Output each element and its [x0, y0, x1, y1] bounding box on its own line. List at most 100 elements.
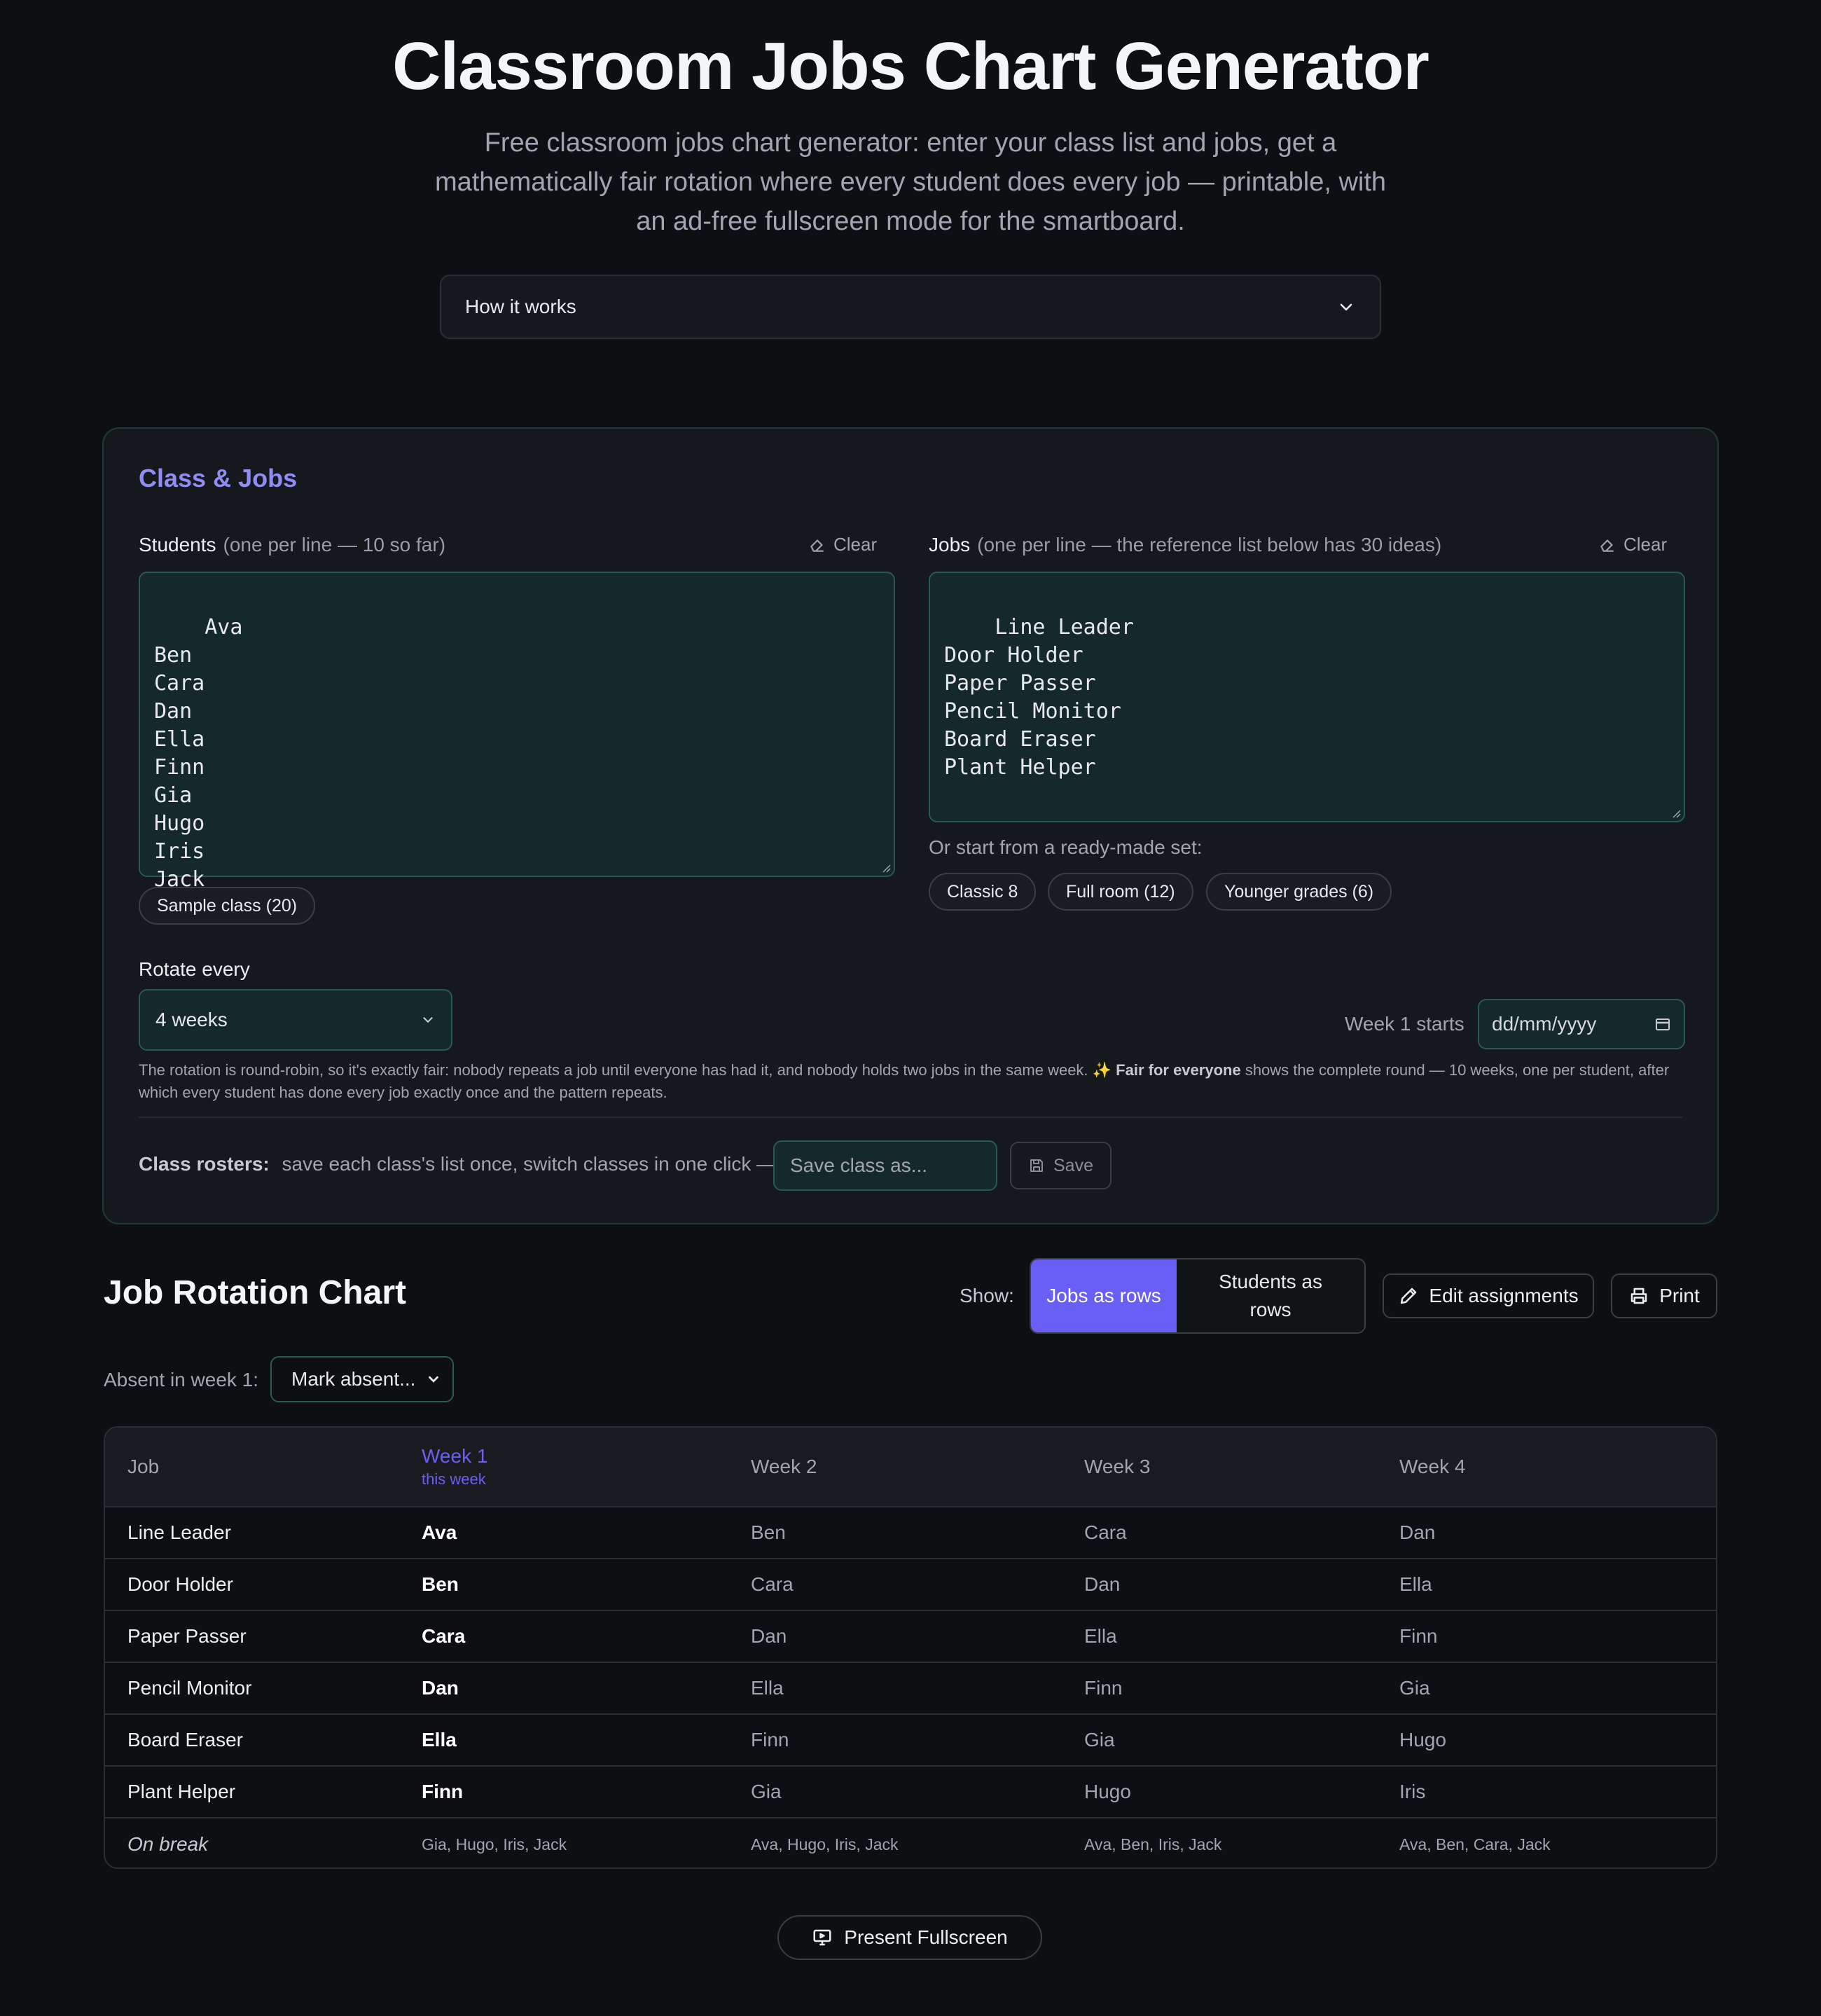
job-name-cell: Paper Passer	[127, 1625, 247, 1647]
this-week-label: this week	[422, 1470, 486, 1488]
fairness-note: The rotation is round-robin, so it's exa…	[139, 1061, 1670, 1101]
rotation-table: Job Week 1 this week Week 2 Week 3 Week …	[104, 1426, 1717, 1869]
panel-title: Class & Jobs	[139, 464, 298, 492]
rotate-select[interactable]: 4 weeks	[139, 989, 452, 1051]
assignment-cell: Dan	[1084, 1573, 1121, 1595]
job-name-cell: Board Eraser	[127, 1729, 243, 1751]
chart-title: Job Rotation Chart	[104, 1274, 406, 1311]
preset-full-room-button[interactable]: Full room (12)	[1048, 873, 1193, 911]
break-row: On break Gia, Hugo, Iris, Jack Ava, Hugo, …	[105, 1818, 1716, 1867]
chevron-down-icon	[429, 1376, 438, 1383]
assignment-cell: Gia	[1399, 1677, 1430, 1699]
assignment-cell: Dan	[422, 1677, 459, 1699]
rotate-label: Rotate every	[139, 958, 250, 980]
table-header: Job Week 1 this week Week 2 Week 3 Week …	[105, 1428, 1716, 1507]
preset-classic-8-button[interactable]: Classic 8	[929, 873, 1037, 911]
on-break-cell: Ava, Hugo, Iris, Jack	[751, 1835, 899, 1853]
jobs-clear-button[interactable]: Clear	[1598, 534, 1667, 555]
table-row: Plant Helper Finn Gia Hugo Iris	[105, 1767, 1716, 1818]
jobs-textarea[interactable]: Line Leader Door Holder Paper Passer Pen…	[929, 572, 1685, 822]
assignment-cell: Dan	[1399, 1521, 1436, 1543]
jobs-as-rows-button[interactable]: Jobs as rows	[1031, 1259, 1177, 1332]
column-header-week-1: Week 1 this week	[422, 1445, 488, 1488]
page-title: Classroom Jobs Chart Generator	[392, 29, 1429, 104]
absent-select[interactable]: Mark absent...	[270, 1356, 454, 1402]
assignment-cell: Hugo	[1084, 1781, 1131, 1802]
table-row: Pencil Monitor Dan Ella Finn Gia	[105, 1663, 1716, 1715]
class-jobs-panel: Class & Jobs Students (one per line — 10 …	[102, 427, 1719, 1224]
on-break-label: On break	[127, 1833, 209, 1855]
column-header-week-3: Week 3	[1084, 1456, 1151, 1477]
job-name-cell: Door Holder	[127, 1573, 233, 1595]
show-label: Show:	[960, 1285, 1014, 1306]
students-clear-button[interactable]: Clear	[808, 534, 877, 555]
jobs-hint: (one per line — the reference list below…	[977, 534, 1442, 555]
assignment-cell: Ella	[1399, 1573, 1432, 1595]
page-subtitle: Free classroom jobs chart generator: ent…	[434, 128, 1387, 236]
rotate-select-value: 4 weeks	[155, 1009, 228, 1030]
printer-icon	[1630, 1287, 1647, 1304]
assignment-cell: Ben	[422, 1573, 459, 1595]
eraser-icon	[1600, 539, 1614, 552]
assignment-cell: Cara	[422, 1625, 466, 1647]
column-header-week-4: Week 4	[1399, 1456, 1466, 1477]
assignment-cell: Ben	[751, 1521, 786, 1543]
assignment-cell: Finn	[1084, 1677, 1123, 1699]
assignment-cell: Gia	[1084, 1729, 1115, 1751]
save-icon	[1030, 1159, 1043, 1172]
table-row: Line Leader Ava Ben Cara Dan	[105, 1507, 1716, 1559]
on-break-cell: Gia, Hugo, Iris, Jack	[422, 1835, 567, 1853]
how-it-works-toggle[interactable]: How it works	[440, 275, 1381, 339]
rosters-text: Class rosters: save each class's list on…	[139, 1153, 777, 1175]
pencil-icon	[1401, 1287, 1417, 1304]
job-name-cell: Plant Helper	[127, 1781, 236, 1802]
assignment-cell: Cara	[751, 1573, 794, 1595]
rosters-label: Class rosters:	[139, 1153, 270, 1175]
week-start-label: Week 1 starts	[1345, 1013, 1465, 1035]
presentation-icon	[813, 1929, 831, 1946]
students-as-rows-button[interactable]: Students as rows	[1177, 1259, 1364, 1332]
jobs-label: Jobs (one per line — the reference list b…	[929, 534, 1442, 555]
assignment-cell: Ava	[422, 1521, 457, 1543]
job-name-cell: Pencil Monitor	[127, 1677, 252, 1699]
students-hint: (one per line — 10 so far)	[223, 534, 446, 555]
assignment-cell: Gia	[751, 1781, 782, 1802]
assignment-cell: Ella	[751, 1677, 784, 1699]
eraser-icon	[810, 539, 824, 552]
table-row: Board Eraser Ella Finn Gia Hugo	[105, 1715, 1716, 1767]
preset-younger-grades-button[interactable]: Younger grades (6)	[1206, 873, 1392, 911]
absent-label: Absent in week 1:	[104, 1369, 259, 1390]
calendar-icon[interactable]	[1654, 1016, 1671, 1033]
on-break-cell: Ava, Ben, Iris, Jack	[1084, 1835, 1222, 1853]
resize-grip-icon[interactable]	[881, 863, 891, 873]
resize-grip-icon[interactable]	[1671, 808, 1681, 818]
assignment-cell: Cara	[1084, 1521, 1127, 1543]
assignment-cell: Finn	[1399, 1625, 1438, 1647]
on-break-cell: Ava, Ben, Cara, Jack	[1399, 1835, 1551, 1853]
assignment-cell: Ella	[422, 1729, 457, 1751]
assignment-cell: Hugo	[1399, 1729, 1446, 1751]
assignment-cell: Finn	[751, 1729, 789, 1751]
students-textarea[interactable]: Ava Ben Cara Dan Ella Finn Gia Hugo Iris…	[139, 572, 895, 892]
fair-for-everyone-label: Fair for everyone	[1116, 1061, 1241, 1079]
table-row: Door Holder Ben Cara Dan Ella	[105, 1559, 1716, 1611]
students-label: Students (one per line — 10 so far)	[139, 534, 446, 555]
assignment-cell: Ella	[1084, 1625, 1117, 1647]
column-header-job: Job	[127, 1456, 160, 1477]
assignment-cell: Finn	[422, 1781, 464, 1802]
presets-label: Or start from a ready-made set:	[929, 836, 1203, 858]
edit-assignments-button[interactable]: Edit assignments	[1383, 1273, 1594, 1318]
week-start-date-input[interactable]: dd/mm/yyyy	[1478, 999, 1685, 1049]
chevron-down-icon	[423, 1017, 433, 1023]
job-name-cell: Line Leader	[127, 1521, 231, 1543]
column-header-week-2: Week 2	[751, 1456, 817, 1477]
print-button[interactable]: Print	[1611, 1273, 1717, 1318]
week-start-placeholder: dd/mm/yyyy	[1492, 1013, 1597, 1035]
save-class-input[interactable]: Save class as...	[773, 1140, 997, 1191]
sample-class-button[interactable]: Sample class (20)	[139, 887, 316, 925]
table-row: Paper Passer Cara Dan Ella Finn	[105, 1611, 1716, 1663]
save-class-button[interactable]: Save	[1010, 1142, 1112, 1189]
view-toggle: Jobs as rows Students as rows	[1030, 1258, 1366, 1334]
assignment-cell: Iris	[1399, 1781, 1426, 1802]
present-fullscreen-button[interactable]: Present Fullscreen	[777, 1915, 1042, 1960]
